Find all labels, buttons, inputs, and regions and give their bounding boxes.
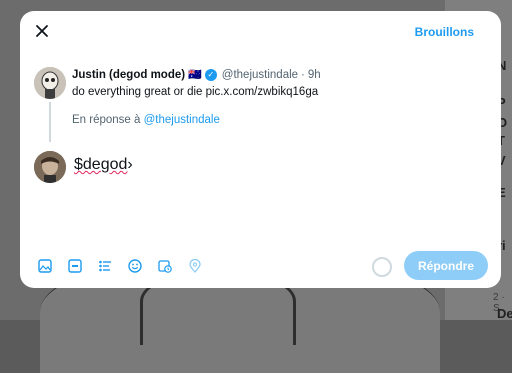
compose-toolbar [34, 255, 206, 277]
flag-icon: 🇦🇺 [188, 69, 202, 81]
author-avatar[interactable] [34, 67, 66, 99]
close-icon [36, 25, 48, 37]
media-button[interactable] [34, 255, 56, 277]
location-button[interactable] [184, 255, 206, 277]
tweet-text: do everything great or die pic.x.com/zwb… [72, 86, 319, 98]
poll-button[interactable] [94, 255, 116, 277]
character-count-ring [372, 257, 392, 277]
schedule-icon [158, 260, 172, 273]
reply-modal: Brouillons Justin (degod mode) 🇦🇺 ✓ @the… [20, 11, 501, 288]
gif-button[interactable] [64, 255, 86, 277]
image-icon [38, 259, 52, 273]
skull-avatar-icon [34, 67, 66, 99]
reply-button[interactable]: Répondre [404, 251, 488, 280]
emoji-icon [128, 259, 142, 273]
user-avatar-icon [34, 151, 66, 183]
location-icon [189, 259, 201, 273]
drafts-button[interactable]: Brouillons [415, 25, 474, 39]
gif-icon [68, 259, 82, 273]
compose-input[interactable]: $degod› [74, 156, 133, 174]
author-name[interactable]: Justin (degod mode) [72, 69, 185, 81]
compose-text: $degod [74, 156, 128, 173]
separator: · [301, 68, 305, 81]
author-handle[interactable]: @thejustindale [222, 69, 298, 81]
thread-line [49, 102, 51, 142]
reply-to-prefix: En réponse à [72, 114, 141, 126]
schedule-button[interactable] [154, 255, 176, 277]
bg-text: Des [497, 306, 512, 321]
text-caret: › [127, 156, 133, 173]
verified-icon: ✓ [204, 68, 217, 81]
close-button[interactable] [32, 21, 52, 41]
tweet-time[interactable]: 9h [308, 69, 321, 81]
reply-to-mention[interactable]: @thejustindale [144, 114, 220, 126]
emoji-button[interactable] [124, 255, 146, 277]
tweet-header: Justin (degod mode) 🇦🇺 ✓ @thejustindale … [72, 68, 321, 81]
user-avatar[interactable] [34, 151, 66, 183]
reply-to-line: En réponse à @thejustindale [72, 114, 220, 126]
poll-icon [99, 260, 111, 272]
